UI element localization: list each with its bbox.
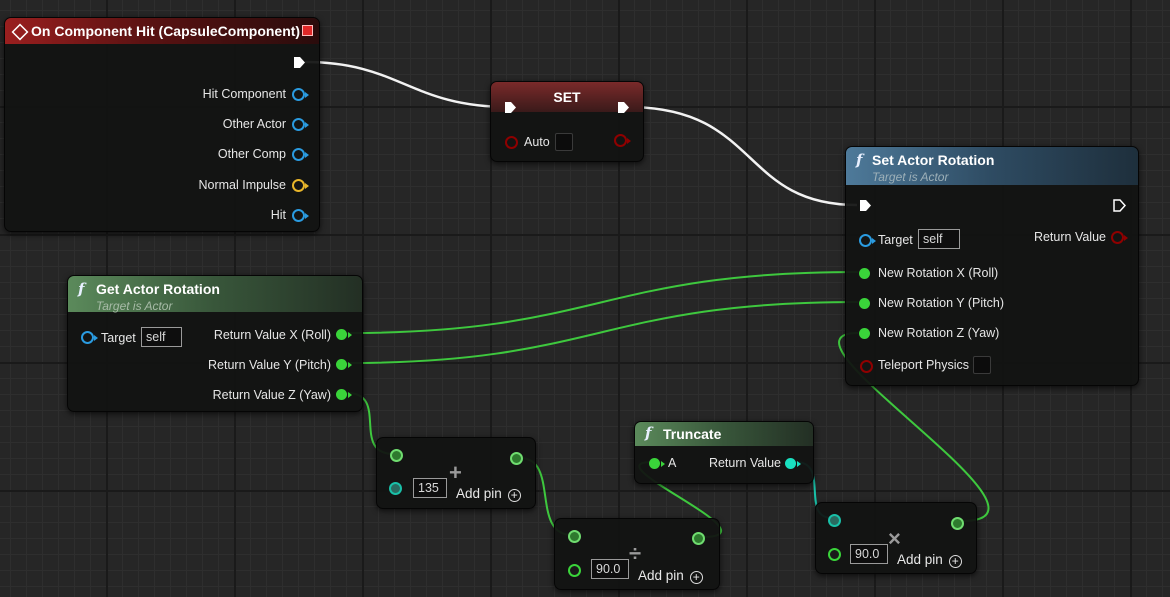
hit-pin[interactable] [292, 209, 309, 222]
multiply-output-pin[interactable] [951, 517, 964, 530]
multiply-value-field[interactable]: 90.0 [850, 544, 888, 564]
event-node-title: On Component Hit (CapsuleComponent) [31, 23, 301, 39]
rotation-target-pin[interactable] [859, 234, 876, 247]
return-value-z-pin[interactable] [336, 389, 352, 400]
divide-input-a-pin[interactable] [568, 530, 581, 543]
divide-operator-icon: ÷ [629, 541, 642, 566]
add-input-a-pin[interactable] [390, 449, 403, 462]
set-actor-rotation-subtitle: Target is Actor [872, 170, 949, 184]
exec-wire-event-to-set[interactable] [304, 60, 510, 109]
new-rotation-z-label: New Rotation Z (Yaw) [878, 326, 1000, 340]
return-value-x-pin[interactable] [336, 329, 352, 340]
get-rotation-target-label: Target [101, 331, 136, 345]
new-rotation-y-label: New Rotation Y (Pitch) [878, 296, 1004, 310]
new-rotation-y-pin[interactable] [859, 298, 870, 309]
get-rotation-target-pin[interactable] [81, 331, 98, 344]
divide-input-b-pin[interactable] [568, 564, 581, 577]
float-wire-roll[interactable] [346, 271, 859, 334]
delegate-pin-icon[interactable] [302, 25, 313, 36]
other-comp-pin[interactable] [292, 148, 309, 161]
other-actor-pin[interactable] [292, 118, 309, 131]
function-icon: f [645, 424, 652, 442]
multiply-operator-icon: × [888, 526, 901, 551]
float-wire-pitch[interactable] [346, 301, 859, 364]
pin-label-normal-impulse: Normal Impulse [198, 178, 286, 192]
divide-output-pin[interactable] [692, 532, 705, 545]
add-output-pin[interactable] [510, 452, 523, 465]
return-value-y-pin[interactable] [336, 359, 352, 370]
divide-add-pin-button[interactable]: Add pin + [638, 567, 703, 585]
get-actor-rotation-header[interactable]: f Get Actor Rotation Target is Actor [68, 276, 362, 313]
multiply-add-pin-button[interactable]: Add pin + [897, 551, 962, 569]
truncate-node[interactable]: f Truncate A Return Value [634, 421, 814, 484]
add-input-b-pin[interactable] [389, 482, 402, 495]
function-icon: f [78, 280, 85, 298]
set-node-title: SET [553, 89, 581, 105]
pin-label-hit: Hit [270, 208, 286, 222]
multiply-input-b-pin[interactable] [828, 548, 841, 561]
function-icon: f [856, 151, 863, 169]
get-rotation-target-field[interactable]: self [141, 327, 182, 347]
rotation-target-field[interactable]: self [918, 229, 960, 249]
pin-label-hit-component: Hit Component [202, 87, 286, 101]
multiply-input-a-pin[interactable] [828, 514, 841, 527]
add-value-field[interactable]: 135 [413, 478, 447, 498]
set-actor-rotation-title: Set Actor Rotation [872, 152, 995, 168]
event-diamond-icon [11, 23, 29, 41]
rotation-exec-in-pin[interactable] [859, 199, 872, 212]
add-pin-plus-icon: + [507, 489, 521, 502]
auto-label: Auto [524, 135, 550, 149]
pin-label-other-actor: Other Actor [222, 117, 286, 131]
multiply-node[interactable]: × 90.0 Add pin + [815, 502, 977, 574]
new-rotation-x-label: New Rotation X (Roll) [878, 266, 999, 280]
add-node[interactable]: + 135 Add pin + [376, 437, 536, 509]
add-operator-icon: + [449, 460, 462, 485]
get-actor-rotation-title: Get Actor Rotation [96, 281, 220, 297]
auto-checkbox[interactable] [555, 133, 573, 151]
return-value-y-label: Return Value Y (Pitch) [208, 358, 331, 372]
add-pin-label: Add pin [456, 486, 502, 501]
new-rotation-x-pin[interactable] [859, 268, 870, 279]
truncate-header[interactable]: f Truncate [635, 422, 813, 446]
rotation-return-value-pin[interactable] [1111, 231, 1128, 244]
auto-output-pin[interactable] [614, 134, 631, 147]
set-actor-rotation-node[interactable]: f Set Actor Rotation Target is Actor Tar… [845, 146, 1139, 386]
divide-add-pin-plus-icon: + [689, 571, 703, 584]
new-rotation-z-pin[interactable] [859, 328, 870, 339]
multiply-add-pin-plus-icon: + [948, 555, 962, 568]
return-value-x-label: Return Value X (Roll) [213, 328, 331, 342]
rotation-return-value-label: Return Value [1033, 230, 1106, 244]
rotation-target-label: Target [878, 233, 913, 247]
auto-input-pin[interactable] [505, 136, 518, 149]
teleport-physics-pin[interactable] [860, 360, 873, 373]
truncate-return-value-pin[interactable] [785, 458, 801, 469]
get-actor-rotation-subtitle: Target is Actor [96, 299, 173, 313]
set-exec-in-pin[interactable] [504, 101, 517, 114]
teleport-physics-label: Teleport Physics [878, 358, 970, 372]
event-node-header[interactable]: On Component Hit (CapsuleComponent) [5, 18, 319, 44]
teleport-physics-checkbox[interactable] [973, 356, 991, 374]
divide-node[interactable]: ÷ 90.0 Add pin + [554, 518, 720, 590]
exec-wire-set-to-rotation[interactable] [627, 105, 858, 207]
set-exec-out-pin[interactable] [617, 101, 630, 114]
set-variable-node[interactable]: SET Auto [490, 81, 644, 162]
rotation-exec-out-pin[interactable] [1113, 199, 1126, 212]
truncate-input-a-pin[interactable] [649, 458, 665, 469]
truncate-input-a-label: A [668, 456, 677, 470]
return-value-z-label: Return Value Z (Yaw) [212, 388, 331, 402]
divide-add-pin-label: Add pin [638, 568, 684, 583]
truncate-title: Truncate [663, 426, 722, 442]
normal-impulse-pin[interactable] [292, 179, 309, 192]
divide-value-field[interactable]: 90.0 [591, 559, 629, 579]
on-component-hit-node[interactable]: On Component Hit (CapsuleComponent) Hit … [4, 17, 320, 232]
pin-label-other-comp: Other Comp [217, 147, 286, 161]
truncate-return-value-label: Return Value [708, 456, 781, 470]
event-exec-out-pin[interactable] [293, 56, 306, 69]
add-pin-button[interactable]: Add pin + [456, 485, 521, 503]
hit-component-pin[interactable] [292, 88, 309, 101]
multiply-add-pin-label: Add pin [897, 552, 943, 567]
get-actor-rotation-node[interactable]: f Get Actor Rotation Target is Actor Tar… [67, 275, 363, 412]
set-actor-rotation-header[interactable]: f Set Actor Rotation Target is Actor [846, 147, 1138, 185]
